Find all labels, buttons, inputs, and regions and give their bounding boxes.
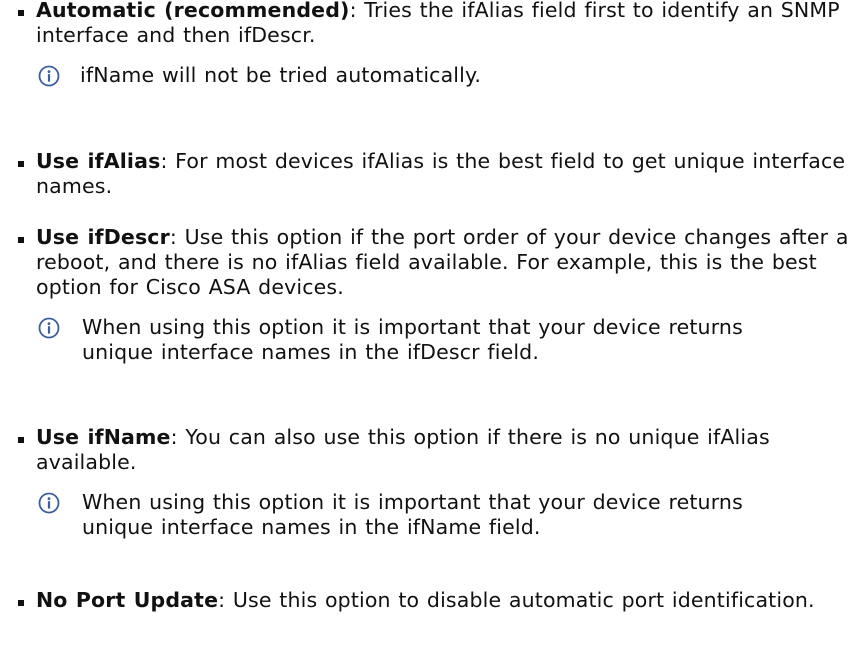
- info-circle-icon: [38, 492, 60, 514]
- info-note-text: When using this option it is important t…: [82, 490, 743, 539]
- bullet: [18, 237, 24, 243]
- option-use-ifalias: Use ifAlias: For most devices ifAlias is…: [18, 149, 861, 211]
- info-note-text: When using this option it is important t…: [82, 315, 743, 364]
- option-use-ifdescr: Use ifDescr: Use this option if the port…: [18, 225, 861, 387]
- option-description: : Use this option to disable automatic p…: [218, 588, 815, 612]
- option-term: Automatic (recommended): [36, 0, 350, 22]
- bullet: [18, 10, 24, 16]
- option-term: Use ifName: [36, 425, 171, 449]
- option-text: Use ifName: You can also use this option…: [36, 425, 861, 475]
- info-circle-icon: [38, 65, 60, 87]
- option-text: Automatic (recommended): Tries the ifAli…: [36, 0, 861, 48]
- bullet: [18, 600, 24, 606]
- info-note-text: ifName will not be tried automatically.: [80, 63, 482, 87]
- option-term: Use ifAlias: [36, 149, 161, 173]
- option-automatic: Automatic (recommended): Tries the ifAli…: [18, 0, 861, 140]
- bullet: [18, 161, 24, 167]
- option-text: Use ifAlias: For most devices ifAlias is…: [36, 149, 861, 199]
- option-term: Use ifDescr: [36, 225, 170, 249]
- option-no-port-update: No Port Update: Use this option to disab…: [18, 588, 861, 650]
- option-text: No Port Update: Use this option to disab…: [36, 588, 861, 613]
- option-text: Use ifDescr: Use this option if the port…: [36, 225, 861, 300]
- option-term: No Port Update: [36, 588, 219, 612]
- bullet: [18, 437, 24, 443]
- info-circle-icon: [38, 317, 60, 339]
- option-use-ifname: Use ifName: You can also use this option…: [18, 425, 861, 547]
